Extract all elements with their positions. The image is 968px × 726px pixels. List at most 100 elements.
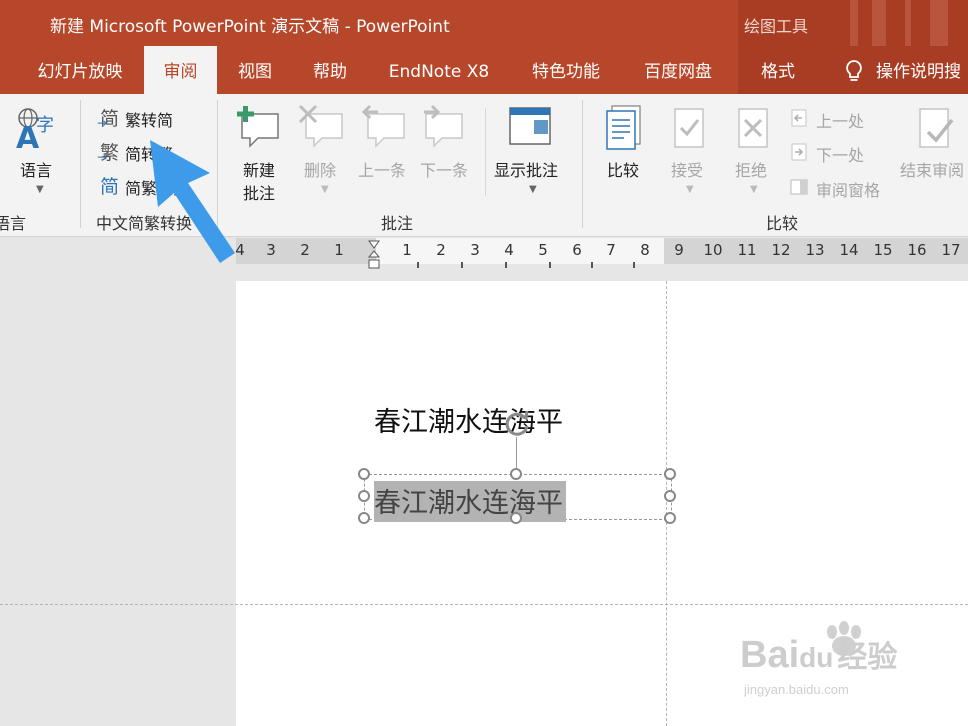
arrow-glyph: → — [97, 116, 108, 130]
ruler-number: 2 — [300, 241, 310, 259]
annotation-arrow-icon — [140, 135, 240, 269]
decor-stripe — [850, 0, 858, 46]
delete-comment-label[interactable]: 删除 — [304, 157, 336, 181]
new-comment-label-line1[interactable]: 新建 — [243, 157, 275, 181]
ruler-number: 3 — [470, 241, 480, 259]
resize-handle-top-right[interactable] — [664, 468, 676, 480]
resize-handle-top-left[interactable] — [358, 468, 370, 480]
lightbulb-icon[interactable] — [842, 58, 866, 86]
end-review-label[interactable]: 结束审阅 — [900, 157, 964, 181]
ruler-number: 3 — [266, 241, 276, 259]
ruler-tab-stop — [461, 262, 463, 268]
tab-format[interactable]: 格式 — [750, 46, 806, 94]
ruler-number: 1 — [334, 241, 344, 259]
language-translate-icon[interactable]: A 字 — [12, 106, 62, 156]
accept-label[interactable]: 接受 — [671, 157, 703, 181]
ruler-number: 12 — [771, 241, 791, 259]
tab-help[interactable]: 帮助 — [300, 46, 360, 94]
resize-handle-left[interactable] — [358, 490, 370, 502]
reject-icon[interactable] — [736, 106, 772, 152]
tab-slideshow[interactable]: 幻灯片放映 — [20, 46, 140, 94]
watermark-brand-mid: du — [799, 642, 834, 673]
watermark-brand-cn: 经验 — [837, 641, 898, 674]
indent-marker[interactable] — [367, 240, 381, 270]
compare-button-label[interactable]: 比较 — [607, 157, 639, 181]
new-comment-label-line2[interactable]: 批注 — [243, 180, 275, 204]
slide-text-original[interactable]: 春江潮水连海平 — [374, 400, 563, 439]
delete-dropdown-caret[interactable]: ▼ — [321, 184, 329, 195]
show-comments-dropdown-caret[interactable]: ▼ — [529, 184, 537, 195]
decor-stripe — [905, 0, 911, 46]
reject-label[interactable]: 拒绝 — [735, 157, 767, 181]
ruler-text-area — [376, 238, 664, 264]
resize-handle-bottom-right[interactable] — [664, 512, 676, 524]
chinese-conversion-icon[interactable]: 简 — [97, 172, 121, 198]
ruler-number: 14 — [839, 241, 859, 259]
horizontal-guide — [0, 604, 968, 605]
ruler-number: 10 — [703, 241, 723, 259]
baidu-watermark: Baidu 经验 jingyan.baidu.com — [740, 620, 940, 704]
slide-text-selected[interactable]: 春江潮水连海平 — [374, 481, 566, 522]
tell-me-search[interactable]: 操作说明搜 — [876, 46, 968, 94]
traditional-to-simplified-button[interactable]: 繁转简 — [125, 107, 173, 131]
accept-dropdown-caret[interactable]: ▼ — [686, 184, 694, 195]
ruler-tab-stop — [417, 262, 419, 268]
resize-handle-top[interactable] — [510, 468, 522, 480]
next-change-label[interactable]: 下一处 — [816, 142, 864, 166]
delete-comment-icon[interactable] — [298, 104, 346, 150]
next-comment-icon[interactable] — [422, 104, 470, 150]
rotate-handle-icon[interactable] — [502, 408, 532, 438]
previous-change-label[interactable]: 上一处 — [816, 108, 864, 132]
review-pane-label[interactable]: 审阅窗格 — [816, 177, 880, 201]
accept-icon[interactable] — [672, 106, 708, 152]
traditional-to-simplified-icon[interactable]: 简 → — [97, 104, 121, 130]
ruler-number: 13 — [805, 241, 825, 259]
language-dropdown-caret[interactable]: ▼ — [36, 184, 44, 195]
tab-review[interactable]: 审阅 — [144, 46, 217, 94]
ruler-number: 17 — [941, 241, 961, 259]
group-separator — [582, 100, 583, 228]
show-comments-label[interactable]: 显示批注 — [494, 157, 558, 181]
ruler-tab-stop — [633, 262, 635, 268]
previous-comment-icon[interactable] — [360, 104, 408, 150]
ruler-number: 1 — [402, 241, 412, 259]
tab-special-features[interactable]: 特色功能 — [520, 46, 612, 94]
tab-view[interactable]: 视图 — [224, 46, 286, 94]
simplified-to-traditional-icon[interactable]: 繁 → — [97, 138, 121, 164]
resize-handle-bottom-left[interactable] — [358, 512, 370, 524]
new-comment-icon[interactable] — [236, 104, 284, 150]
context-tab-group-label: 绘图工具 — [744, 17, 809, 36]
watermark-brand-left: Bai — [740, 634, 800, 676]
ruler-tab-stop — [505, 262, 507, 268]
ruler-number: 4 — [504, 241, 514, 259]
ruler-number: 5 — [538, 241, 548, 259]
tab-endnote[interactable]: EndNote X8 — [380, 46, 498, 94]
group-separator — [80, 100, 81, 228]
resize-handle-right[interactable] — [664, 490, 676, 502]
watermark-brand: Baidu 经验 — [740, 632, 897, 677]
compare-icon[interactable] — [604, 104, 644, 152]
decor-stripe — [930, 0, 948, 46]
previous-change-icon[interactable] — [789, 108, 809, 128]
end-review-icon[interactable] — [916, 106, 956, 152]
title-bar: 新建 Microsoft PowerPoint 演示文稿 - PowerPoin… — [0, 0, 968, 94]
next-change-icon[interactable] — [789, 142, 809, 162]
ruler-number: 7 — [606, 241, 616, 259]
show-comments-icon[interactable] — [508, 106, 554, 148]
ruler-number: 2 — [436, 241, 446, 259]
resize-handle-bottom[interactable] — [510, 512, 522, 524]
reject-dropdown-caret[interactable]: ▼ — [750, 184, 758, 195]
language-button-label[interactable]: 语言 — [20, 157, 52, 181]
arrow-glyph: → — [97, 150, 108, 164]
ruler-number: 6 — [572, 241, 582, 259]
ruler-number: 16 — [907, 241, 927, 259]
review-pane-icon[interactable] — [789, 177, 809, 197]
previous-comment-label[interactable]: 上一条 — [358, 157, 406, 181]
tab-baidu-netdisk[interactable]: 百度网盘 — [632, 46, 724, 94]
compare-group-label: 比较 — [766, 214, 799, 233]
language-group-label: 语言 — [0, 214, 27, 233]
watermark-url: jingyan.baidu.com — [744, 682, 849, 697]
ruler-tab-stop — [549, 262, 551, 268]
icon-char: 简 — [100, 176, 120, 198]
next-comment-label[interactable]: 下一条 — [420, 157, 468, 181]
